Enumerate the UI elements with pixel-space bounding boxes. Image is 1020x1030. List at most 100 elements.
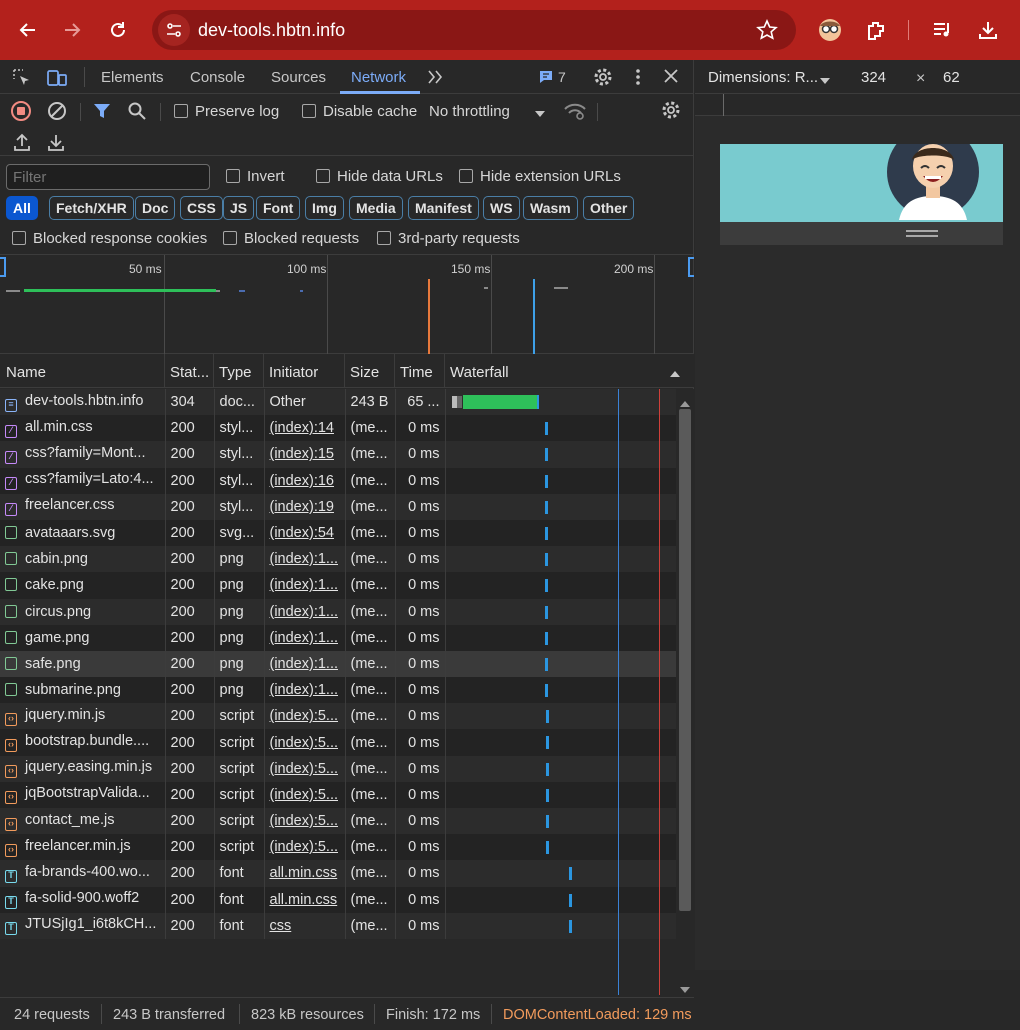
column-header-time[interactable]: Time: [400, 364, 433, 381]
table-row[interactable]: ‹› bootstrap.bundle.... 200 script (index):5…: [0, 729, 677, 756]
hide-data-urls-checkbox[interactable]: Hide data URLs: [316, 168, 443, 185]
column-header-initiator[interactable]: Initiator: [269, 364, 318, 381]
request-initiator-cell[interactable]: (index):15: [264, 441, 346, 468]
table-row[interactable]: submarine.png 200 png (index):1... (me... 0 m…: [0, 677, 677, 704]
request-initiator-cell[interactable]: (index):19: [264, 493, 346, 520]
viewport-height-input[interactable]: 62: [943, 69, 960, 86]
request-initiator-cell[interactable]: (index):1...: [264, 598, 346, 625]
settings-gear-icon[interactable]: [593, 67, 613, 90]
table-row[interactable]: circus.png 200 png (index):1... (me... 0 ms: [0, 598, 677, 625]
throttling-select[interactable]: No throttling: [429, 103, 510, 120]
type-filter-manifest[interactable]: Manifest: [408, 196, 479, 220]
scroll-thumb[interactable]: [679, 409, 691, 911]
table-row[interactable]: Tfa-solid-900.woff2 200 font all.min.css (me…: [0, 886, 677, 913]
import-har-icon[interactable]: [12, 132, 32, 155]
hide-extension-urls-checkbox[interactable]: Hide extension URLs: [459, 168, 621, 185]
column-header-type[interactable]: Type: [219, 364, 252, 381]
network-conditions-icon[interactable]: [563, 101, 587, 124]
table-row[interactable]: ⁄ all.min.css 200 styl... (index):14 (me... 0 …: [0, 415, 677, 442]
table-row[interactable]: cabin.png 200 png (index):1... (me... 0 ms: [0, 546, 677, 573]
request-initiator-cell[interactable]: all.min.css: [264, 860, 346, 887]
request-initiator-cell[interactable]: (index):5...: [264, 755, 346, 782]
disable-cache-checkbox[interactable]: Disable cache: [302, 103, 417, 120]
request-initiator-cell[interactable]: (index):1...: [264, 624, 346, 651]
type-filter-doc[interactable]: Doc: [135, 196, 176, 220]
request-initiator-cell[interactable]: all.min.css: [264, 886, 346, 913]
request-initiator-cell[interactable]: (index):1...: [264, 650, 346, 678]
more-tabs-chevron-icon[interactable]: [426, 68, 444, 89]
resize-handle-bar[interactable]: [720, 222, 1003, 245]
download-icon[interactable]: [972, 14, 1004, 46]
table-row[interactable]: game.png 200 png (index):1... (me... 0 ms: [0, 624, 677, 651]
table-row[interactable]: ‹› freelancer.min.js 200 script (index):5...…: [0, 834, 677, 861]
type-filter-fetch-xhr[interactable]: Fetch/XHR: [49, 196, 134, 220]
profile-avatar-icon[interactable]: [814, 14, 846, 46]
third-party-checkbox[interactable]: 3rd-party requests: [377, 230, 520, 247]
export-har-icon[interactable]: [46, 132, 66, 155]
network-settings-gear-icon[interactable]: [661, 100, 681, 123]
type-filter-all[interactable]: All: [6, 196, 38, 220]
table-row[interactable]: ‹› contact_me.js 200 script (index):5... (me.…: [0, 808, 677, 835]
type-filter-wasm[interactable]: Wasm: [523, 196, 578, 220]
table-row[interactable]: ‹› jqBootstrapValida... 200 script (index):5…: [0, 781, 677, 808]
blocked-cookies-checkbox[interactable]: Blocked response cookies: [12, 230, 207, 247]
record-stop-icon[interactable]: [10, 100, 32, 125]
request-initiator-cell[interactable]: (index):14: [264, 415, 346, 442]
type-filter-css[interactable]: CSS: [180, 196, 223, 220]
back-icon[interactable]: [12, 14, 44, 46]
network-overview-timeline[interactable]: 50 ms 100 ms 150 ms 200 ms: [0, 254, 694, 355]
table-row[interactable]: ≡ dev-tools.hbtn.info 304 doc... Other 243 B6…: [0, 389, 677, 416]
request-initiator-cell[interactable]: css: [264, 912, 346, 939]
request-initiator-cell[interactable]: Other: [264, 389, 346, 416]
tab-console[interactable]: Console: [190, 69, 245, 86]
table-row[interactable]: T JTUSjIg1_i6t8kCH... 200 font css (me... 0 ms: [0, 912, 677, 939]
tab-elements[interactable]: Elements: [101, 69, 164, 86]
table-row[interactable]: ⁄ css?family=Mont... 200 styl... (index):15(…: [0, 441, 677, 468]
media-queue-icon[interactable]: [926, 14, 958, 46]
type-filter-js[interactable]: JS: [223, 196, 255, 220]
column-header-name[interactable]: Name: [6, 364, 46, 381]
table-row[interactable]: cake.png 200 png (index):1... (me... 0 ms: [0, 572, 677, 599]
table-scrollbar[interactable]: [676, 389, 694, 995]
type-filter-other[interactable]: Other: [583, 196, 635, 220]
preserve-log-checkbox[interactable]: Preserve log: [174, 103, 279, 120]
type-filter-font[interactable]: Font: [256, 196, 301, 220]
chevron-down-icon[interactable]: [819, 73, 831, 89]
request-initiator-cell[interactable]: (index):5...: [264, 808, 346, 835]
chevron-down-icon[interactable]: [534, 106, 546, 122]
request-initiator-cell[interactable]: (index):1...: [264, 546, 346, 573]
table-row[interactable]: Tfa-brands-400.wo... 200 font all.min.css (m…: [0, 860, 677, 887]
request-initiator-cell[interactable]: (index):5...: [264, 781, 346, 808]
table-row[interactable]: ‹› jquery.easing.min.js 200 script (index):5…: [0, 755, 677, 782]
column-header-waterfall[interactable]: Waterfall: [450, 364, 509, 381]
column-header-status[interactable]: Stat...: [170, 364, 209, 381]
request-initiator-cell[interactable]: (index):1...: [264, 572, 346, 599]
reload-icon[interactable]: [102, 14, 134, 46]
clear-icon[interactable]: [46, 100, 68, 125]
request-initiator-cell[interactable]: (index):5...: [264, 834, 346, 861]
type-filter-ws[interactable]: WS: [483, 196, 520, 220]
forward-icon[interactable]: [56, 14, 88, 46]
more-options-icon[interactable]: [630, 67, 646, 90]
type-filter-media[interactable]: Media: [349, 196, 403, 220]
site-info-icon[interactable]: [158, 14, 190, 46]
request-initiator-cell[interactable]: (index):1...: [264, 677, 346, 704]
device-toolbar-icon[interactable]: [46, 68, 68, 91]
request-initiator-cell[interactable]: (index):54: [264, 519, 346, 547]
overview-left-handle[interactable]: [0, 257, 6, 277]
column-header-size[interactable]: Size: [350, 364, 379, 381]
table-row[interactable]: ⁄ css?family=Lato:4... 200 styl... (index):1…: [0, 467, 677, 494]
close-devtools-icon[interactable]: [663, 68, 679, 87]
inspect-element-icon[interactable]: [12, 68, 32, 91]
overview-right-handle[interactable]: [688, 257, 694, 277]
request-initiator-cell[interactable]: (index):16: [264, 467, 346, 494]
type-filter-img[interactable]: Img: [305, 196, 344, 220]
filter-input[interactable]: [6, 164, 210, 190]
tab-sources[interactable]: Sources: [271, 69, 326, 86]
table-row[interactable]: avataaars.svg 200 svg... (index):54 (me... 0 …: [0, 519, 677, 547]
request-initiator-cell[interactable]: (index):5...: [264, 703, 346, 730]
search-icon[interactable]: [127, 101, 147, 124]
table-row[interactable]: ‹› jquery.min.js 200 script (index):5... (me.…: [0, 703, 677, 730]
table-row[interactable]: safe.png 200 png (index):1... (me... 0 ms: [0, 650, 677, 678]
bookmark-star-icon[interactable]: [756, 19, 778, 44]
